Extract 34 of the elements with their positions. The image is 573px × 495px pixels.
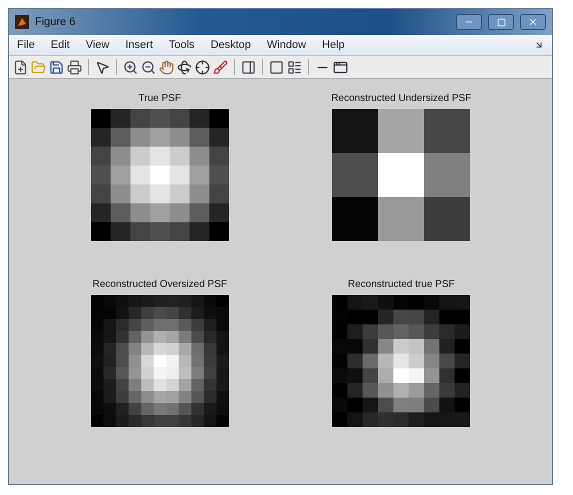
dock-icon[interactable]: [534, 40, 544, 50]
zoom-in-icon[interactable]: [123, 60, 138, 74]
legend-icon[interactable]: [287, 60, 302, 74]
window-icon[interactable]: [333, 60, 348, 74]
print-icon[interactable]: [67, 60, 82, 74]
close-button[interactable]: [520, 14, 546, 30]
rotate-icon[interactable]: [177, 60, 192, 74]
menu-item[interactable]: Window: [266, 39, 306, 51]
plot-title: Reconstructed Oversized PSF: [92, 278, 227, 290]
minimize-button[interactable]: [456, 14, 482, 30]
close-icon: [528, 17, 538, 27]
save-icon[interactable]: [49, 60, 64, 74]
window-title: Figure 6: [35, 16, 76, 28]
hand-icon[interactable]: [159, 60, 174, 74]
plot-title: Reconstructed Undersized PSF: [331, 93, 472, 104]
plot-title: Reconstructed true PSF: [348, 278, 455, 290]
app-icon: [15, 15, 29, 29]
maximize-icon: [496, 18, 506, 26]
brush-icon[interactable]: [213, 60, 228, 74]
zoom-out-icon[interactable]: [141, 60, 156, 74]
menu-item[interactable]: File: [17, 39, 35, 51]
crosshair-icon[interactable]: [195, 60, 210, 74]
new-file-icon[interactable]: [13, 60, 28, 74]
menu-item[interactable]: View: [86, 39, 110, 51]
square-icon[interactable]: [269, 60, 284, 74]
menu-item[interactable]: Desktop: [210, 39, 251, 51]
menu-item[interactable]: Edit: [50, 39, 70, 51]
pointer-icon[interactable]: [95, 60, 110, 74]
menu-item[interactable]: Tools: [168, 39, 195, 51]
menu-item[interactable]: Help: [322, 39, 345, 51]
maximize-button[interactable]: [488, 14, 514, 30]
plot-title: True PSF: [138, 93, 181, 104]
colorbar-icon[interactable]: [241, 60, 256, 74]
menu-item[interactable]: Insert: [125, 39, 153, 51]
